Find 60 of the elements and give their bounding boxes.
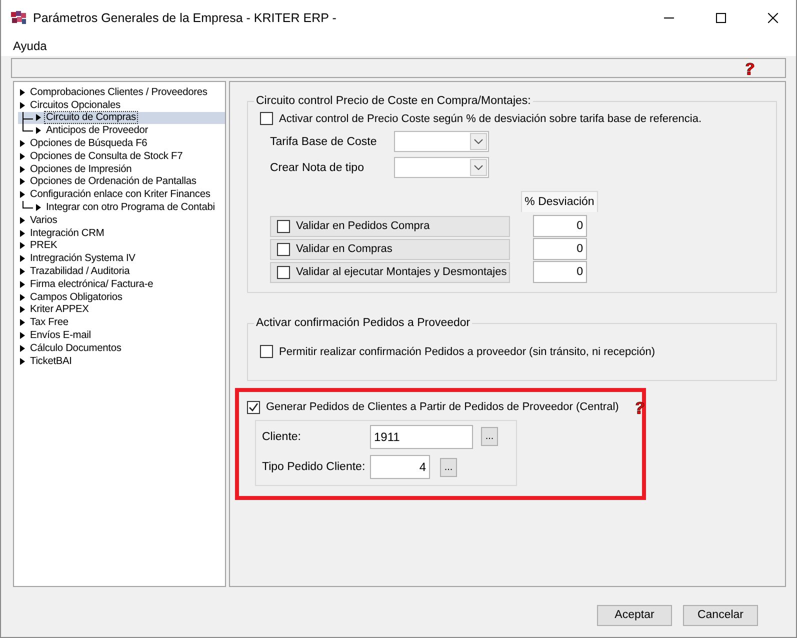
help-icon[interactable] (632, 400, 647, 414)
checkbox-label: Validar al ejecutar Montajes y Desmontajes (296, 266, 507, 278)
close-icon (768, 13, 778, 23)
dialog-button[interactable]: Cancelar (683, 604, 758, 626)
deviation-field[interactable]: 0 (533, 261, 587, 283)
tree-item[interactable]: Integrar con otro Programa de Contabi (45, 202, 216, 214)
tree-line-icon (20, 112, 34, 124)
tree-item[interactable]: Configuración enlace con Kriter Finances (29, 189, 212, 200)
tree-item[interactable]: Intregración Systema IV (29, 253, 136, 264)
menu-item[interactable]: Ayuda (13, 39, 47, 53)
deviation-field[interactable]: 0 (533, 215, 587, 237)
tree-item[interactable]: Integración CRM (29, 228, 106, 239)
tree-item[interactable]: Comprobaciones Clientes / Proveedores (29, 86, 208, 98)
tree-item[interactable]: TicketBAI (29, 356, 73, 367)
app-icon (11, 11, 27, 25)
tree-item[interactable]: Varios (29, 214, 58, 226)
checkbox[interactable] (260, 112, 273, 125)
tree-item[interactable]: Firma electrónica/ Factura-e (29, 278, 154, 290)
chevron-down-icon (474, 165, 483, 170)
field-label: Crear Nota de tipo (270, 162, 365, 174)
checkbox-label: Activar control de Precio Coste según % de desviación sobre tarifa base de referencia. (279, 112, 702, 124)
checkbox[interactable] (260, 345, 273, 358)
field-label: Cliente: (262, 430, 302, 443)
tree-item[interactable]: Anticipos de Proveedor (45, 125, 150, 136)
tree-item[interactable]: PREK (29, 240, 58, 252)
tree-item[interactable]: Opciones de Búsqueda F6 (29, 138, 148, 150)
chevron-down-icon (474, 139, 483, 144)
group-title: Activar confirmación Pedidos a Proveedor (255, 317, 472, 329)
dialog-button[interactable]: Aceptar (597, 604, 672, 626)
tree-item[interactable]: Circuitos Opcionales (29, 100, 122, 111)
help-icon[interactable] (743, 61, 757, 75)
window-title: Parámetros Generales de la Empresa - KRITER ERP - (33, 11, 338, 25)
checkbox[interactable] (277, 220, 290, 232)
checkbox[interactable] (247, 400, 260, 414)
tree-item[interactable]: Envíos E-mail (29, 330, 92, 342)
checkbox-label: Permitir realizar confirmación Pedidos a proveedor (sin tránsito, ni recepción) (279, 346, 655, 358)
tree-item[interactable]: Tax Free (29, 317, 70, 328)
tree-item[interactable]: Campos Obligatorios (29, 292, 124, 303)
browse-button[interactable]: ... (440, 458, 457, 477)
browse-button[interactable]: ... (481, 427, 498, 446)
column-header: % Desviación (521, 191, 598, 212)
tree-item[interactable]: Cálculo Documentos (29, 342, 122, 354)
checkbox-label: Validar en Pedidos Compra (296, 220, 430, 232)
tree-item[interactable]: Opciones de Impresión (29, 164, 133, 175)
checkbox-label: Generar Pedidos de Clientes a Partir de Pedidos de Proveedor (Central) (266, 401, 619, 413)
deviation-field[interactable]: 0 (533, 238, 587, 260)
tree-item[interactable]: Opciones de Consulta de Stock F7 (29, 150, 184, 162)
checkbox[interactable] (277, 242, 290, 256)
tree-item[interactable]: Kriter APPEX (29, 304, 90, 316)
input-field[interactable]: 4 (370, 455, 430, 479)
group-title: Circuito control Precio de Coste en Compra/Montajes: (255, 95, 532, 107)
tree-item[interactable]: Trazabilidad / Auditoria (29, 266, 131, 278)
input-field[interactable]: 1911 (370, 425, 473, 449)
tree-item[interactable]: Opciones de Ordenación de Pantallas (29, 176, 198, 188)
field-label: Tarifa Base de Coste (270, 136, 378, 148)
expand-arrow-icon[interactable] (36, 204, 41, 212)
checkbox[interactable] (277, 266, 290, 278)
maximize-icon (716, 13, 726, 23)
checkbox-label: Validar en Compras (296, 243, 392, 255)
field-label: Tipo Pedido Cliente: (262, 460, 366, 473)
